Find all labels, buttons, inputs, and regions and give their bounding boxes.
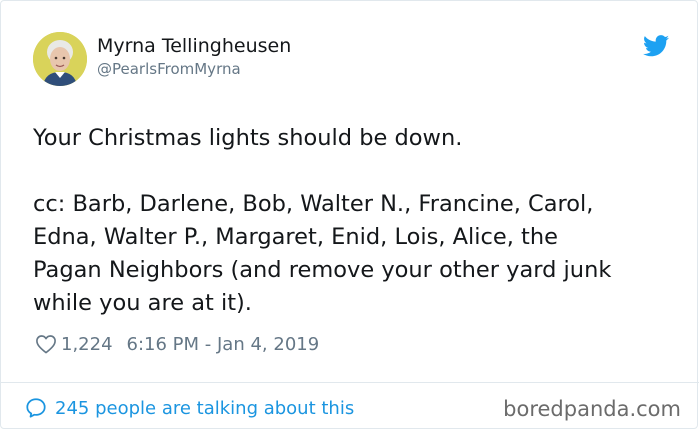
avatar[interactable] bbox=[33, 32, 87, 86]
tweet-line: Pagan Neighbors (and remove your other y… bbox=[33, 257, 612, 283]
author-name[interactable]: Myrna Tellingheusen bbox=[97, 35, 291, 57]
tweet-line: while you are at it). bbox=[33, 290, 252, 316]
tweet-timestamp[interactable]: 6:16 PM - Jan 4, 2019 bbox=[127, 334, 320, 355]
like-count[interactable]: 1,224 bbox=[61, 334, 113, 355]
divider bbox=[1, 382, 699, 383]
conversation-link[interactable]: 245 people are talking about this bbox=[25, 396, 354, 420]
tweet-meta: 1,224 6:16 PM - Jan 4, 2019 bbox=[35, 332, 319, 356]
tweet-line: Edna, Walter P., Margaret, Enid, Lois, A… bbox=[33, 224, 558, 250]
twitter-bird-icon[interactable] bbox=[643, 35, 669, 57]
watermark: boredpanda.com bbox=[503, 397, 681, 421]
heart-icon[interactable] bbox=[35, 334, 57, 354]
speech-bubble-icon bbox=[26, 398, 46, 418]
tweet-line: Your Christmas lights should be down. bbox=[33, 125, 463, 151]
tweet-card: Myrna Tellingheusen @PearlsFromMyrna You… bbox=[0, 0, 699, 429]
avatar-portrait-icon bbox=[33, 32, 87, 86]
tweet-text: Your Christmas lights should be down. cc… bbox=[33, 122, 673, 320]
author-handle[interactable]: @PearlsFromMyrna bbox=[97, 60, 241, 78]
tweet-line: cc: Barb, Darlene, Bob, Walter N., Franc… bbox=[33, 191, 594, 217]
conversation-label[interactable]: 245 people are talking about this bbox=[55, 398, 354, 419]
